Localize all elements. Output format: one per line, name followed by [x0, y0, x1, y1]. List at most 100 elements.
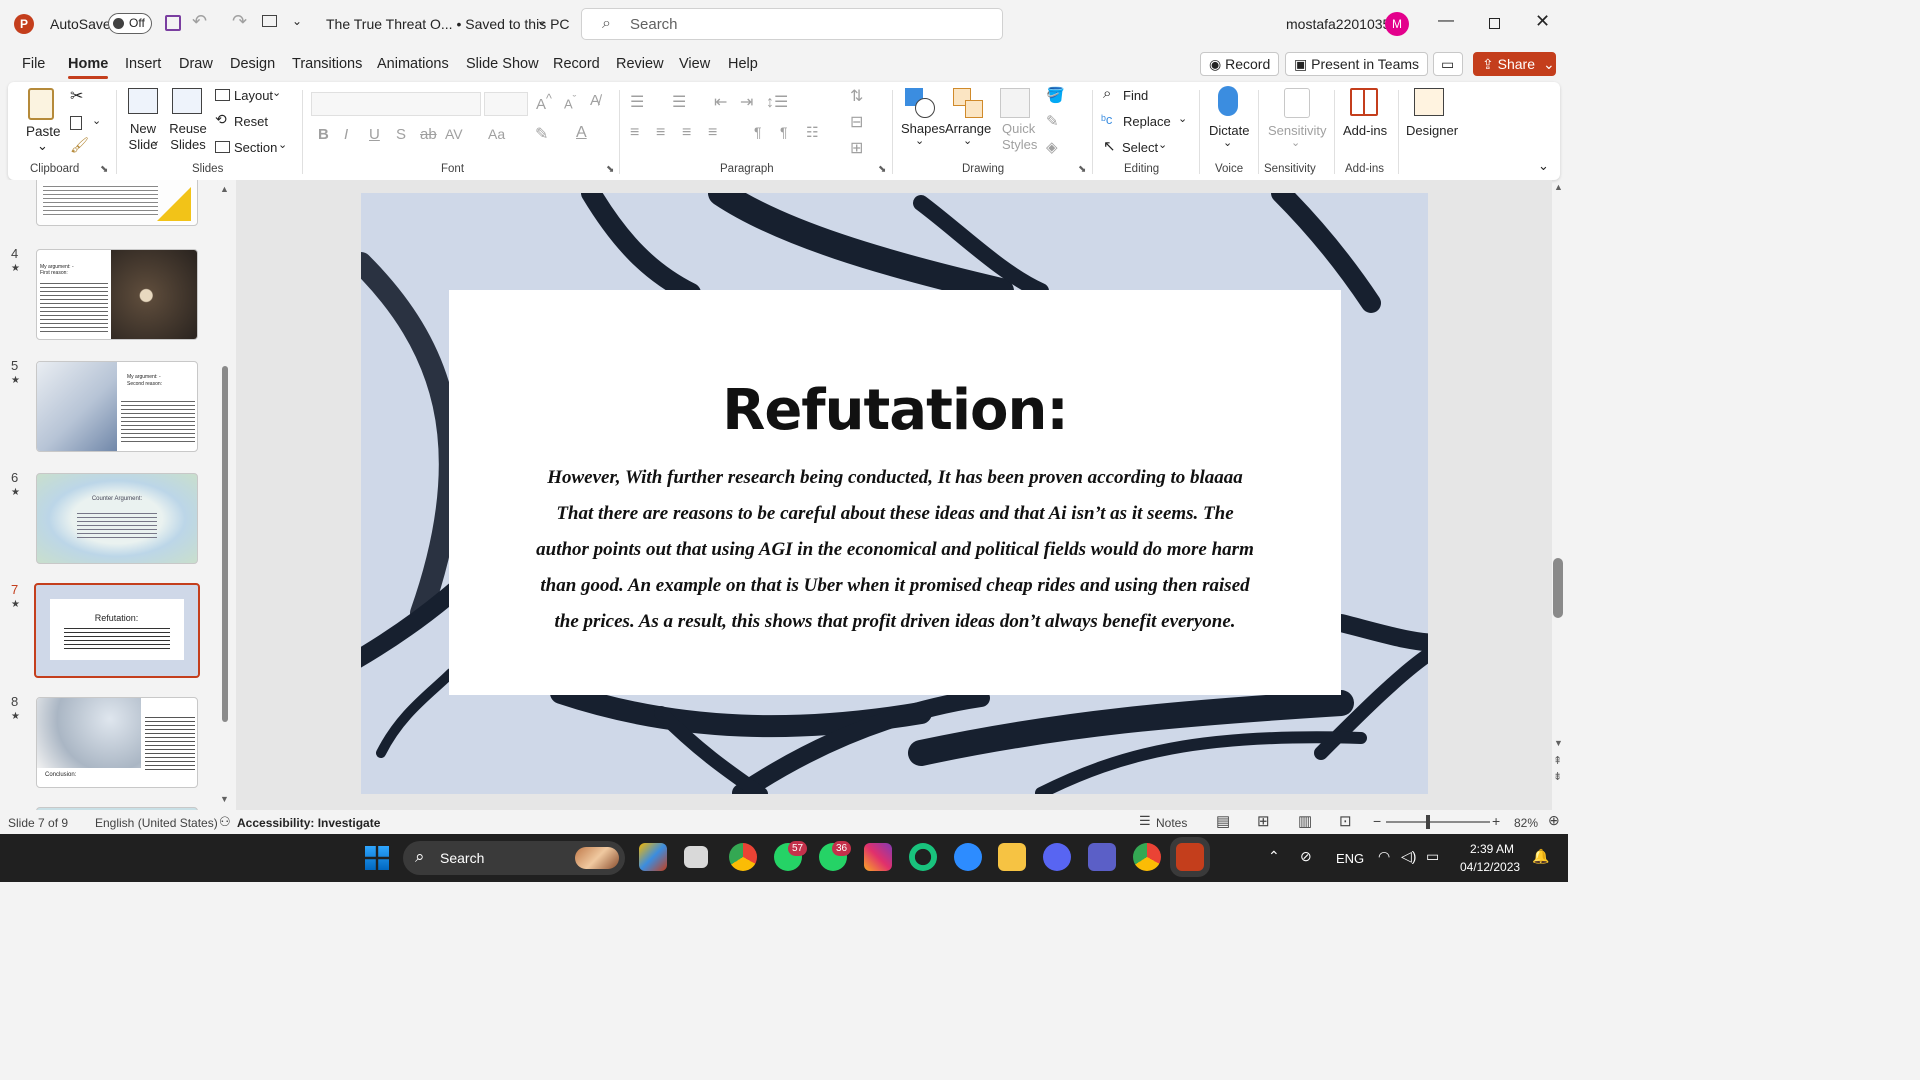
new-slide-chevron-icon[interactable]: ⌄ — [151, 134, 160, 147]
slide-thumbnail-7-selected[interactable]: Refutation: — [34, 583, 200, 678]
document-title[interactable]: The True Threat O... • Saved to this PC — [326, 16, 570, 32]
designer-button[interactable]: Designer — [1406, 123, 1458, 138]
zoom-in-icon[interactable]: + — [1492, 813, 1500, 829]
file-explorer-icon[interactable] — [998, 843, 1026, 871]
record-button[interactable]: ◉ Record — [1200, 52, 1280, 76]
tab-home[interactable]: Home — [68, 56, 109, 79]
tab-insert[interactable]: Insert — [125, 56, 161, 72]
search-box[interactable]: ⌕ Search — [581, 8, 1003, 40]
minimize-icon[interactable]: — — [1438, 12, 1454, 30]
text-direction-ltr-icon[interactable]: ¶ — [754, 124, 762, 140]
font-color-icon[interactable]: A — [576, 124, 587, 142]
teams-icon[interactable] — [1088, 843, 1116, 871]
present-in-teams-button[interactable]: ▣ Present in Teams — [1285, 52, 1429, 76]
tab-help[interactable]: Help — [728, 56, 758, 72]
zoom-out-icon[interactable]: − — [1373, 813, 1381, 829]
find-button[interactable]: Find — [1123, 88, 1148, 103]
scrollbar-thumb[interactable] — [222, 366, 228, 722]
shape-outline-icon[interactable]: ✎ — [1046, 112, 1059, 130]
tab-view[interactable]: View — [679, 56, 710, 72]
comments-button[interactable]: ▭ — [1433, 52, 1463, 76]
sensitivity-icon[interactable] — [1284, 88, 1310, 118]
align-right-icon[interactable]: ≡ — [682, 124, 691, 142]
zoom-slider[interactable] — [1386, 815, 1490, 829]
app-circle-icon[interactable] — [909, 843, 937, 871]
bold-icon[interactable]: B — [318, 126, 329, 143]
increase-indent-icon[interactable]: ⇥ — [740, 92, 753, 112]
discord-icon[interactable] — [1043, 843, 1071, 871]
font-name-dropdown[interactable] — [311, 92, 481, 116]
shape-effects-icon[interactable]: ◈ — [1046, 138, 1058, 156]
designer-icon[interactable] — [1414, 88, 1444, 116]
replace-button[interactable]: Replace — [1123, 114, 1171, 129]
show-hidden-icons-icon[interactable]: ⌃ — [1268, 848, 1280, 865]
paste-icon[interactable] — [28, 88, 54, 120]
chrome-profile-icon[interactable] — [1133, 843, 1161, 871]
customize-qat-icon[interactable]: ⌄ — [292, 14, 302, 28]
slide-thumbnail-6[interactable]: Counter Argument: — [36, 473, 198, 564]
slide-thumbnail-3[interactable] — [36, 180, 198, 226]
tab-animations[interactable]: Animations — [377, 56, 449, 72]
clock-date[interactable]: 04/12/2023 — [1460, 860, 1520, 874]
slide-title[interactable]: Refutation: — [449, 378, 1341, 443]
battery-icon[interactable]: ▭ — [1426, 848, 1439, 865]
slide-body-text[interactable]: However, With further research being con… — [531, 460, 1259, 640]
font-launcher-icon[interactable]: ⬊ — [606, 164, 614, 175]
network-off-icon[interactable]: ⊘ — [1300, 848, 1312, 865]
undo-icon[interactable]: ↶ — [192, 11, 207, 32]
tab-record[interactable]: Record — [553, 56, 600, 72]
copy-icon[interactable] — [70, 116, 82, 130]
slide-thumbnail-4[interactable]: My argument: -First reason: — [36, 249, 198, 340]
highlight-icon[interactable]: ✎ — [535, 124, 548, 144]
restore-icon[interactable] — [1489, 18, 1500, 29]
tab-draw[interactable]: Draw — [179, 56, 213, 72]
text-direction-icon[interactable]: ⇅ — [850, 86, 863, 106]
microphone-icon[interactable] — [1218, 86, 1238, 116]
tab-design[interactable]: Design — [230, 56, 275, 72]
slide-thumbnail-8[interactable]: Conclusion: — [36, 697, 198, 788]
canvas-scrollbar[interactable]: ▲ ▼ ⇞ ⇟ — [1552, 180, 1566, 810]
slide-thumbnail-5[interactable]: My argument: -Second reason: — [36, 361, 198, 452]
windows-start-icon[interactable] — [365, 846, 389, 870]
canvas-scroll-down-icon[interactable]: ▼ — [1554, 738, 1563, 748]
wifi-icon[interactable]: ◠ — [1378, 848, 1390, 865]
numbering-icon[interactable]: ☰ — [672, 92, 686, 112]
zoom-icon[interactable] — [954, 843, 982, 871]
arrange-icon[interactable] — [953, 88, 985, 118]
format-painter-icon[interactable]: 🖌 — [70, 136, 89, 154]
thumbnail-scrollbar-track[interactable]: ▲ ▼ — [220, 184, 230, 804]
new-slide-icon[interactable] — [128, 88, 158, 114]
redo-icon[interactable]: ↷ — [232, 11, 247, 32]
text-direction-rtl-icon[interactable]: ¶ — [780, 124, 788, 140]
copilot-pre-icon[interactable] — [639, 843, 667, 871]
smartart-icon[interactable]: ⊞ — [850, 138, 863, 158]
shapes-icon[interactable] — [905, 88, 937, 118]
underline-icon[interactable]: U — [369, 126, 380, 143]
align-left-icon[interactable]: ≡ — [630, 124, 639, 142]
shape-fill-icon[interactable]: 🪣 — [1046, 86, 1065, 104]
paste-chevron-icon[interactable]: ⌄ — [37, 138, 48, 154]
slide-sorter-icon[interactable]: ⊞ — [1257, 812, 1270, 830]
align-text-icon[interactable]: ⊟ — [850, 112, 863, 132]
italic-icon[interactable]: I — [344, 126, 348, 143]
drawing-launcher-icon[interactable]: ⬊ — [1078, 164, 1086, 175]
justify-icon[interactable]: ≡ — [708, 124, 717, 142]
chrome-icon[interactable] — [729, 843, 757, 871]
tab-file[interactable]: File — [22, 56, 45, 72]
quick-styles-icon[interactable] — [1000, 88, 1030, 118]
autosave-toggle[interactable]: Off — [108, 13, 152, 34]
clock-time[interactable]: 2:39 AM — [1470, 842, 1514, 856]
user-name[interactable]: mostafa2201035 — [1286, 16, 1390, 32]
next-slide-icon[interactable]: ⇟ — [1553, 770, 1562, 783]
character-spacing-icon[interactable]: AV — [445, 126, 463, 142]
notification-bell-icon[interactable]: 🔔 — [1532, 848, 1549, 865]
fit-to-window-icon[interactable]: ⊕ — [1548, 812, 1560, 829]
accessibility-status[interactable]: Accessibility: Investigate — [237, 816, 380, 830]
previous-slide-icon[interactable]: ⇞ — [1553, 754, 1562, 767]
columns-icon[interactable]: ☷ — [806, 124, 819, 141]
quick-styles-button[interactable]: Quick Styles — [1002, 121, 1037, 153]
paragraph-launcher-icon[interactable]: ⬊ — [878, 164, 886, 175]
decrease-indent-icon[interactable]: ⇤ — [714, 92, 727, 112]
save-icon[interactable] — [165, 15, 181, 31]
taskbar-search-box[interactable]: ⌕ Search — [403, 841, 625, 875]
